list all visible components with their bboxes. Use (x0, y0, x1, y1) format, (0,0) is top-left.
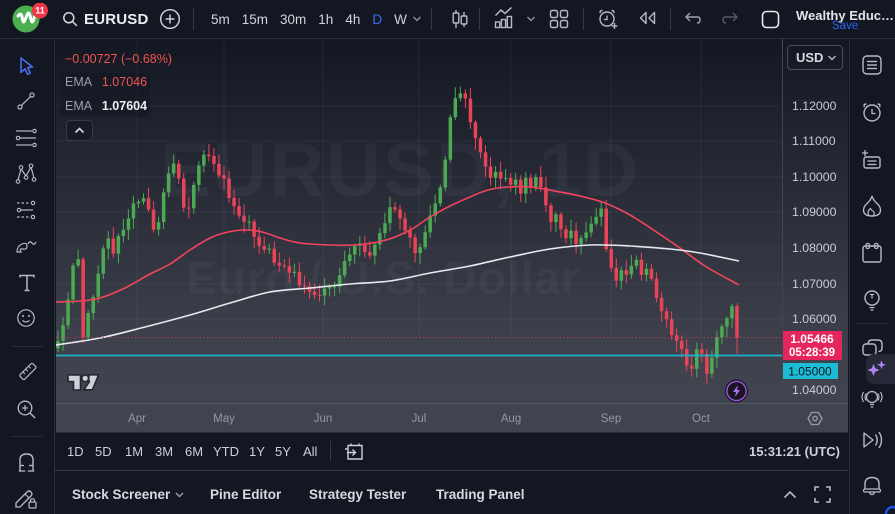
svg-text:1.12000: 1.12000 (792, 99, 837, 113)
svg-text:1.09000: 1.09000 (792, 205, 837, 219)
svg-text:Apr: Apr (128, 413, 146, 425)
svg-text:Aug: Aug (501, 413, 521, 425)
svg-text:1.05000: 1.05000 (788, 365, 832, 379)
svg-text:11: 11 (35, 6, 45, 16)
svg-text:1.11000: 1.11000 (792, 134, 836, 148)
svg-text:05:28:39: 05:28:39 (789, 347, 835, 359)
svg-text:1.08000: 1.08000 (792, 241, 837, 255)
svg-text:1.04000: 1.04000 (792, 383, 837, 397)
svg-text:Sep: Sep (601, 413, 621, 425)
svg-text:Oct: Oct (692, 413, 711, 425)
svg-text:Jun: Jun (314, 413, 333, 425)
svg-text:1.10000: 1.10000 (792, 170, 837, 184)
svg-text:1.07000: 1.07000 (792, 277, 837, 291)
svg-text:1.06000: 1.06000 (792, 312, 837, 326)
svg-text:May: May (213, 413, 235, 425)
svg-text:1.05466: 1.05466 (790, 332, 834, 346)
svg-text:Jul: Jul (412, 413, 427, 425)
